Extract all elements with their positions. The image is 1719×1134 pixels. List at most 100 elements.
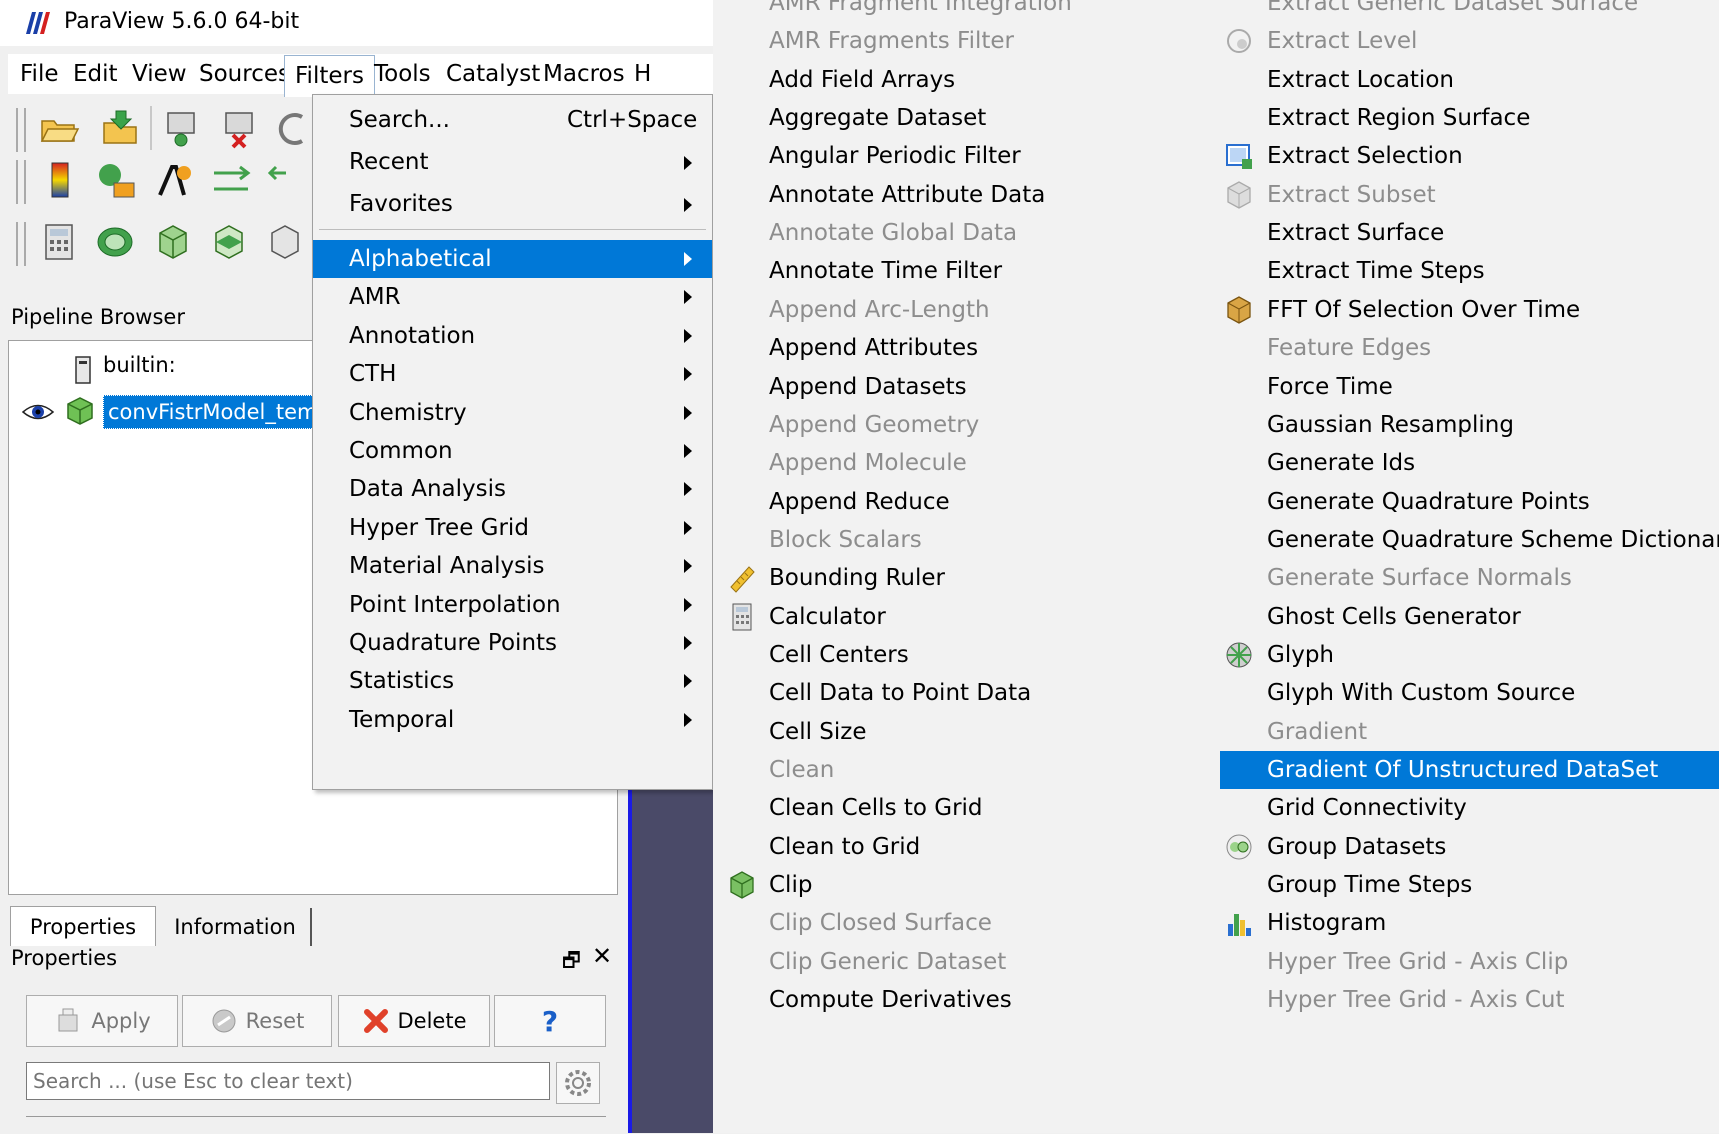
menu-catalyst[interactable]: Catalyst [444, 54, 542, 94]
close-icon[interactable]: ✕ [592, 942, 612, 970]
filter-fft-of-selection-over-time[interactable]: FFT Of Selection Over Time [1227, 291, 1719, 329]
filters-category-point-interpolation[interactable]: Point Interpolation [313, 586, 712, 624]
menu-tools[interactable]: Tools [372, 54, 433, 94]
filter-group-time-steps[interactable]: Group Time Steps [1267, 866, 1719, 904]
filter-hyper-tree-grid-axis-clip: Hyper Tree Grid - Axis Clip [1267, 943, 1719, 981]
render-view[interactable] [628, 790, 715, 1133]
menu-filters[interactable]: Filters [284, 55, 375, 97]
filter-annotate-attribute-data[interactable]: Annotate Attribute Data [769, 176, 1209, 214]
help-button[interactable]: ? [494, 995, 606, 1047]
delete-label: Delete [397, 1009, 467, 1033]
open-folder-icon[interactable] [38, 107, 80, 149]
filters-category-common[interactable]: Common [313, 432, 712, 470]
filter-group-datasets[interactable]: Group Datasets [1226, 828, 1719, 866]
filter-generate-quadrature-points[interactable]: Generate Quadrature Points [1267, 483, 1719, 521]
custom-range-icon[interactable] [154, 159, 196, 201]
filter-angular-periodic-filter[interactable]: Angular Periodic Filter [769, 137, 1209, 175]
filters-category-statistics[interactable]: Statistics [313, 662, 712, 700]
filter-extract-surface[interactable]: Extract Surface [1267, 214, 1719, 252]
filter-generate-ids[interactable]: Generate Ids [1267, 444, 1719, 482]
filter-ghost-cells-generator[interactable]: Ghost Cells Generator [1267, 598, 1719, 636]
filters-category-annotation[interactable]: Annotation [313, 317, 712, 355]
float-panel-icon[interactable]: 🗗 [562, 946, 581, 980]
filter-extract-location[interactable]: Extract Location [1267, 61, 1719, 99]
filters-category-data-analysis[interactable]: Data Analysis [313, 470, 712, 508]
search-settings-button[interactable] [556, 1062, 600, 1104]
filter-cell-size[interactable]: Cell Size [769, 713, 1209, 751]
rescale-range-icon[interactable] [96, 159, 138, 201]
menu-edit[interactable]: Edit [71, 54, 120, 94]
slice-icon[interactable] [208, 221, 250, 263]
filters-recent-item[interactable]: Recent [313, 141, 712, 183]
filter-label: AMR Fragments Filter [769, 28, 1014, 55]
undo-icon[interactable] [272, 107, 314, 149]
filter-clean-cells-to-grid[interactable]: Clean Cells to Grid [769, 789, 1209, 827]
calculator-icon [732, 603, 752, 631]
tab-information[interactable]: Information [160, 908, 312, 946]
toolbar-grip[interactable] [16, 108, 26, 152]
filter-annotate-time-filter[interactable]: Annotate Time Filter [769, 252, 1209, 290]
filter-generate-quadrature-scheme-dictionary[interactable]: Generate Quadrature Scheme Dictionary [1267, 521, 1719, 559]
connect-server-icon[interactable] [160, 107, 202, 149]
filter-append-reduce[interactable]: Append Reduce [769, 483, 1209, 521]
color-map-editor-icon[interactable] [40, 159, 82, 201]
filter-clean-to-grid[interactable]: Clean to Grid [769, 828, 1209, 866]
threshold-icon[interactable] [264, 221, 306, 263]
menu-help[interactable]: H [632, 54, 653, 94]
filter-extract-subset: Extract Subset [1227, 176, 1719, 214]
filters-category-quadrature-points[interactable]: Quadrature Points [313, 624, 712, 662]
filter-clip[interactable]: Clip [730, 866, 1209, 904]
filter-histogram[interactable]: Histogram [1228, 904, 1719, 942]
filter-grid-connectivity[interactable]: Grid Connectivity [1267, 789, 1719, 827]
disconnect-server-icon[interactable] [218, 107, 260, 149]
toolbar-grip[interactable] [16, 222, 26, 266]
filter-aggregate-dataset[interactable]: Aggregate Dataset [769, 99, 1209, 137]
filter-gaussian-resampling[interactable]: Gaussian Resampling [1267, 406, 1719, 444]
tree-item-model[interactable]: convFistrModel_temp [103, 395, 336, 429]
filter-cell-data-to-point-data[interactable]: Cell Data to Point Data [769, 674, 1209, 712]
filter-force-time[interactable]: Force Time [1267, 368, 1719, 406]
filters-category-chemistry[interactable]: Chemistry [313, 394, 712, 432]
filter-calculator[interactable]: Calculator [732, 598, 1209, 636]
filter-add-field-arrays[interactable]: Add Field Arrays [769, 61, 1209, 99]
filter-cell-centers[interactable]: Cell Centers [769, 636, 1209, 674]
filters-category-material-analysis[interactable]: Material Analysis [313, 547, 712, 585]
filter-extract-selection[interactable]: Extract Selection [1226, 137, 1719, 175]
range-over-time-icon[interactable] [210, 159, 252, 201]
visible-range-icon[interactable] [266, 159, 308, 201]
contour-icon[interactable] [94, 221, 136, 263]
filter-glyph-with-custom-source[interactable]: Glyph With Custom Source [1267, 674, 1719, 712]
tree-item-builtin[interactable]: builtin: [103, 353, 176, 377]
filter-extract-region-surface[interactable]: Extract Region Surface [1267, 99, 1719, 137]
apply-button[interactable]: Apply [26, 995, 178, 1047]
filters-category-cth[interactable]: CTH [313, 355, 712, 393]
toolbar-grip[interactable] [16, 160, 26, 204]
filter-glyph[interactable]: Glyph [1226, 636, 1719, 674]
reset-button[interactable]: Reset [182, 995, 332, 1047]
calculator-icon[interactable] [38, 221, 80, 263]
filter-append-datasets[interactable]: Append Datasets [769, 368, 1209, 406]
filters-search-item[interactable]: Search... Ctrl+Space [313, 99, 712, 141]
filter-compute-derivatives[interactable]: Compute Derivatives [769, 981, 1209, 1019]
filters-category-amr[interactable]: AMR [313, 278, 712, 316]
clip-icon[interactable] [152, 221, 194, 263]
filter-gradient-of-unstructured-dataset[interactable]: Gradient Of Unstructured DataSet [1220, 751, 1719, 789]
filter-append-attributes[interactable]: Append Attributes [769, 329, 1209, 367]
menu-sources[interactable]: Sources [197, 54, 292, 94]
filter-clip-generic-dataset: Clip Generic Dataset [769, 943, 1209, 981]
menu-view[interactable]: View [130, 54, 189, 94]
filters-category-label: Material Analysis [349, 553, 545, 580]
filter-bounding-ruler[interactable]: Bounding Ruler [730, 559, 1209, 597]
visibility-eye-icon[interactable] [21, 401, 55, 423]
filter-extract-time-steps[interactable]: Extract Time Steps [1267, 252, 1719, 290]
filters-favorites-item[interactable]: Favorites [313, 183, 712, 225]
delete-button[interactable]: Delete [338, 995, 490, 1047]
menu-file[interactable]: File [18, 54, 61, 94]
filters-category-hyper-tree-grid[interactable]: Hyper Tree Grid [313, 509, 712, 547]
menu-macros[interactable]: Macros [541, 54, 627, 94]
properties-search-input[interactable] [26, 1062, 550, 1100]
open-recent-folder-icon[interactable] [100, 107, 142, 149]
filters-category-alphabetical[interactable]: Alphabetical [313, 240, 712, 278]
filters-category-temporal[interactable]: Temporal [313, 701, 712, 739]
tab-properties[interactable]: Properties [10, 906, 156, 946]
